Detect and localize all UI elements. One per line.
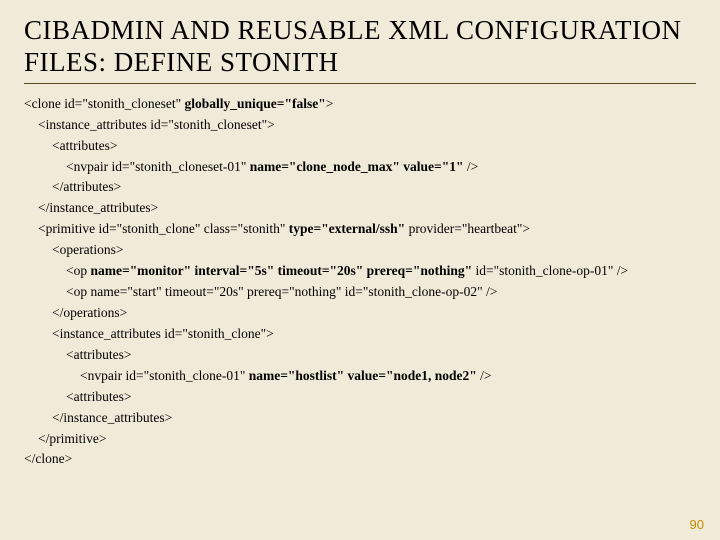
code-line: <op name="monitor" interval="5s" timeout… — [24, 261, 696, 282]
code-line: </operations> — [24, 303, 696, 324]
code-line: <operations> — [24, 240, 696, 261]
code-line: </instance_attributes> — [24, 198, 696, 219]
slide-title: CIBADMIN AND REUSABLE XML CONFIGURATION … — [24, 14, 696, 84]
code-line: <primitive id="stonith_clone" class="sto… — [24, 219, 696, 240]
code-line: <instance_attributes id="stonith_clone"> — [24, 324, 696, 345]
code-line: <attributes> — [24, 387, 696, 408]
code-line: </clone> — [24, 449, 696, 470]
code-line: <nvpair id="stonith_clone-01" name="host… — [24, 366, 696, 387]
code-line: <attributes> — [24, 345, 696, 366]
code-line: </instance_attributes> — [24, 408, 696, 429]
code-line: <nvpair id="stonith_cloneset-01" name="c… — [24, 157, 696, 178]
code-line: <clone id="stonith_cloneset" globally_un… — [24, 94, 696, 115]
page-number: 90 — [690, 517, 704, 532]
code-line: <op name="start" timeout="20s" prereq="n… — [24, 282, 696, 303]
code-line: <attributes> — [24, 136, 696, 157]
slide: CIBADMIN AND REUSABLE XML CONFIGURATION … — [0, 0, 720, 540]
code-line: </primitive> — [24, 429, 696, 450]
code-line: </attributes> — [24, 177, 696, 198]
xml-code-block: <clone id="stonith_cloneset" globally_un… — [24, 94, 696, 471]
code-line: <instance_attributes id="stonith_clonese… — [24, 115, 696, 136]
